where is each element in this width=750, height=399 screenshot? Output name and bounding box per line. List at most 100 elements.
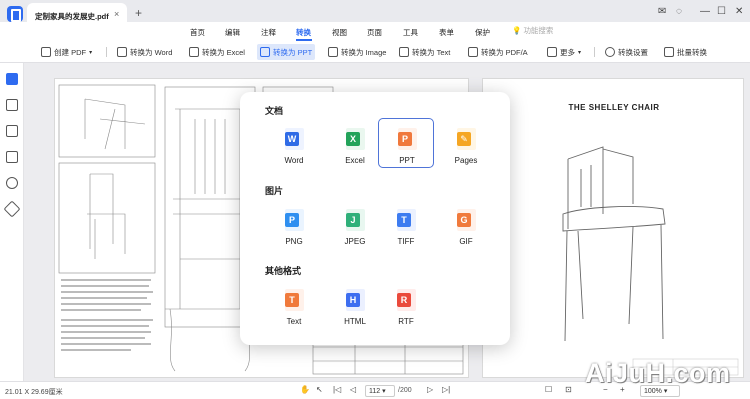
format-rtf[interactable]: R RTF	[378, 280, 434, 330]
excel-file-icon: X	[346, 128, 370, 150]
jpeg-file-icon: J	[346, 209, 370, 231]
excel-letter: X	[346, 132, 360, 146]
feature-search[interactable]: 💡 功能搜索	[512, 25, 553, 36]
menu-comment[interactable]: 注释	[261, 27, 276, 38]
menu-view[interactable]: 视图	[332, 27, 347, 38]
format-label: PNG	[285, 237, 303, 246]
format-jpeg[interactable]: J JPEG	[327, 200, 383, 250]
new-tab-button[interactable]: +	[135, 6, 142, 20]
word-file-icon: W	[285, 128, 309, 150]
current-page-input[interactable]: 112 ▾	[365, 385, 395, 397]
section-title-images: 图片	[265, 186, 284, 196]
batch-icon	[664, 47, 674, 57]
menu-tools[interactable]: 工具	[403, 27, 418, 38]
html-letter: H	[346, 293, 360, 307]
menu-bar: 首页 编辑 注释 转换 视图 页面 工具 表单 保护 💡 功能搜索	[0, 22, 750, 41]
minimize-icon[interactable]: —	[700, 6, 710, 17]
format-tiff[interactable]: T TIFF	[378, 200, 434, 250]
comment-icon[interactable]	[6, 125, 18, 137]
menu-convert[interactable]: 转换	[296, 27, 311, 38]
page-dimensions: 21.01 X 29.69厘米	[5, 389, 63, 396]
menu-form[interactable]: 表单	[439, 27, 454, 38]
image-icon	[328, 47, 338, 57]
format-word[interactable]: W Word	[266, 119, 322, 169]
rtf-file-icon: R	[397, 289, 421, 311]
page-layout-icon[interactable]: ☐	[545, 385, 552, 394]
convert-format-panel: 文档 W Word X Excel P PPT ✎ Pages 图片 P PNG…	[240, 92, 510, 345]
png-file-icon: P	[285, 209, 309, 231]
first-page-icon[interactable]: |◁	[333, 385, 341, 394]
format-png[interactable]: P PNG	[266, 200, 322, 250]
text-letter: T	[285, 293, 299, 307]
to-text-label: 转换为 Text	[412, 47, 451, 57]
to-pdfa-label: 转换为 PDF/A	[481, 47, 528, 57]
format-label: TIFF	[397, 237, 415, 246]
batch-convert-button[interactable]: 批量转换	[661, 44, 710, 60]
more-button[interactable]: 更多 ▾	[544, 44, 584, 60]
convert-settings-label: 转换设置	[618, 47, 648, 57]
format-excel[interactable]: X Excel	[327, 119, 383, 169]
rtf-letter: R	[397, 293, 411, 307]
to-text-button[interactable]: 转换为 Text	[396, 44, 453, 60]
menu-page[interactable]: 页面	[367, 27, 382, 38]
format-gif[interactable]: G GIF	[438, 200, 494, 250]
format-text[interactable]: T Text	[266, 280, 322, 330]
create-pdf-button[interactable]: 创建 PDF ▾	[38, 44, 95, 60]
current-page-value: 112	[369, 388, 381, 395]
toolbar-divider	[106, 47, 107, 57]
tiff-letter: T	[397, 213, 411, 227]
format-label: Excel	[345, 156, 365, 165]
to-ppt-label: 转换为 PPT	[273, 47, 313, 57]
bookmark-icon[interactable]	[6, 99, 18, 111]
maximize-icon[interactable]: ☐	[717, 6, 726, 17]
menu-edit[interactable]: 编辑	[225, 27, 240, 38]
close-window-icon[interactable]: ✕	[735, 6, 743, 17]
to-image-button[interactable]: 转换为 Image	[325, 44, 389, 60]
next-page-icon[interactable]: ▷	[427, 385, 433, 394]
to-pdfa-button[interactable]: 转换为 PDF/A	[465, 44, 531, 60]
menu-home[interactable]: 首页	[190, 27, 205, 38]
more-icon	[547, 47, 557, 57]
ppt-file-icon: P	[398, 128, 422, 150]
format-pages[interactable]: ✎ Pages	[438, 119, 494, 169]
create-pdf-label: 创建 PDF	[54, 47, 87, 57]
prev-page-icon[interactable]: ◁	[350, 385, 356, 394]
format-label: JPEG	[344, 237, 366, 246]
pages-letter: ✎	[457, 132, 471, 146]
format-label: RTF	[398, 317, 414, 326]
attachment-icon[interactable]	[6, 151, 18, 163]
to-word-button[interactable]: 转换为 Word	[114, 44, 175, 60]
to-excel-button[interactable]: 转换为 Excel	[186, 44, 248, 60]
gear-icon	[605, 47, 615, 57]
menu-protect[interactable]: 保护	[475, 27, 490, 38]
layers-icon[interactable]	[3, 200, 21, 218]
excel-icon	[189, 47, 199, 57]
fit-page-icon[interactable]: ⊡	[565, 385, 572, 394]
jpeg-letter: J	[346, 213, 360, 227]
pages-file-icon: ✎	[457, 128, 481, 150]
hand-tool-icon[interactable]: ✋	[300, 385, 310, 394]
close-tab-icon[interactable]: ×	[114, 9, 119, 19]
format-ppt[interactable]: P PPT	[378, 118, 434, 168]
total-pages: /200	[398, 387, 412, 394]
convert-settings-button[interactable]: 转换设置	[602, 44, 651, 60]
search-icon[interactable]	[6, 177, 18, 189]
to-ppt-button[interactable]: 转换为 PPT	[257, 44, 316, 60]
format-html[interactable]: H HTML	[327, 280, 383, 330]
thumbnails-icon[interactable]	[6, 73, 18, 85]
watermark-text: AiJuH.com	[585, 358, 731, 388]
to-excel-label: 转换为 Excel	[202, 47, 245, 57]
section-title-other: 其他格式	[265, 266, 302, 276]
png-letter: P	[285, 213, 299, 227]
last-page-icon[interactable]: ▷|	[442, 385, 450, 394]
notification-icon[interactable]: ✉	[658, 6, 666, 17]
convert-toolbar: 创建 PDF ▾ 转换为 Word 转换为 Excel 转换为 PPT 转换为 I…	[0, 41, 750, 63]
section-title-documents: 文档	[265, 106, 284, 116]
select-tool-icon[interactable]: ↖	[316, 385, 323, 394]
html-file-icon: H	[346, 289, 370, 311]
account-icon[interactable]: ◌	[676, 6, 682, 17]
ppt-icon	[260, 47, 270, 57]
format-label: HTML	[344, 317, 366, 326]
batch-convert-label: 批量转换	[677, 47, 707, 57]
format-label: Word	[284, 156, 304, 165]
